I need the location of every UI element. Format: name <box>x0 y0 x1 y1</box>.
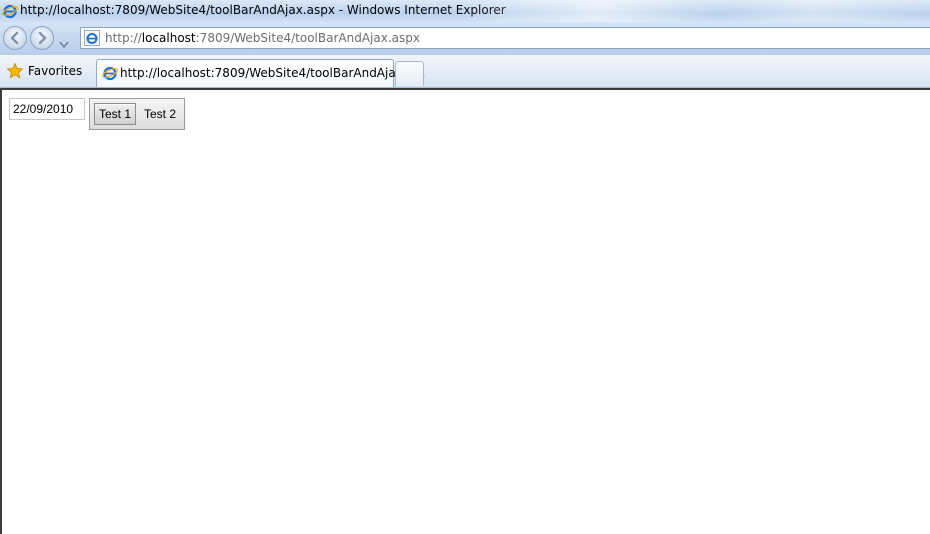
favorites-label: Favorites <box>28 64 83 78</box>
test-2-button[interactable]: Test 2 <box>138 103 182 125</box>
url-path: :7809/WebSite4/toolBarAndAjax.aspx <box>195 31 420 45</box>
window-title: http://localhost:7809/WebSite4/toolBarAn… <box>20 3 506 17</box>
forward-button[interactable] <box>30 26 54 50</box>
star-icon <box>6 62 24 84</box>
title-bar: http://localhost:7809/WebSite4/toolBarAn… <box>0 0 930 22</box>
tab-active[interactable]: http://localhost:7809/WebSite4/toolBarAn… <box>96 59 425 87</box>
test-1-button[interactable]: Test 1 <box>94 103 136 125</box>
url-host: localhost <box>141 31 196 45</box>
address-url[interactable]: http://localhost:7809/WebSite4/toolBarAn… <box>105 31 420 45</box>
ie-icon <box>2 3 18 23</box>
recent-pages-dropdown[interactable] <box>59 34 69 53</box>
toolbar: Test 1 Test 2 <box>89 98 185 130</box>
chevron-down-icon <box>59 41 69 49</box>
browser-window: http://localhost:7809/WebSite4/toolBarAn… <box>0 0 930 534</box>
titlebar-glare <box>460 0 930 22</box>
back-button[interactable] <box>3 26 27 50</box>
tab-bar: Favorites http://localhost:7809/WebSite4… <box>0 55 930 88</box>
tab-label: http://localhost:7809/WebSite4/toolBarAn… <box>120 66 426 80</box>
page-ie-icon <box>84 30 100 50</box>
address-bar[interactable]: http://localhost:7809/WebSite4/toolBarAn… <box>80 27 930 49</box>
new-tab-button[interactable] <box>395 61 424 86</box>
page-content: Test 1 Test 2 <box>0 88 930 534</box>
navigation-bar: http://localhost:7809/WebSite4/toolBarAn… <box>0 22 930 55</box>
forward-arrow-icon <box>38 31 47 45</box>
url-prefix: http:// <box>105 31 142 45</box>
tab-ie-icon <box>102 65 118 85</box>
back-arrow-icon <box>10 31 19 45</box>
date-input[interactable] <box>9 98 85 120</box>
